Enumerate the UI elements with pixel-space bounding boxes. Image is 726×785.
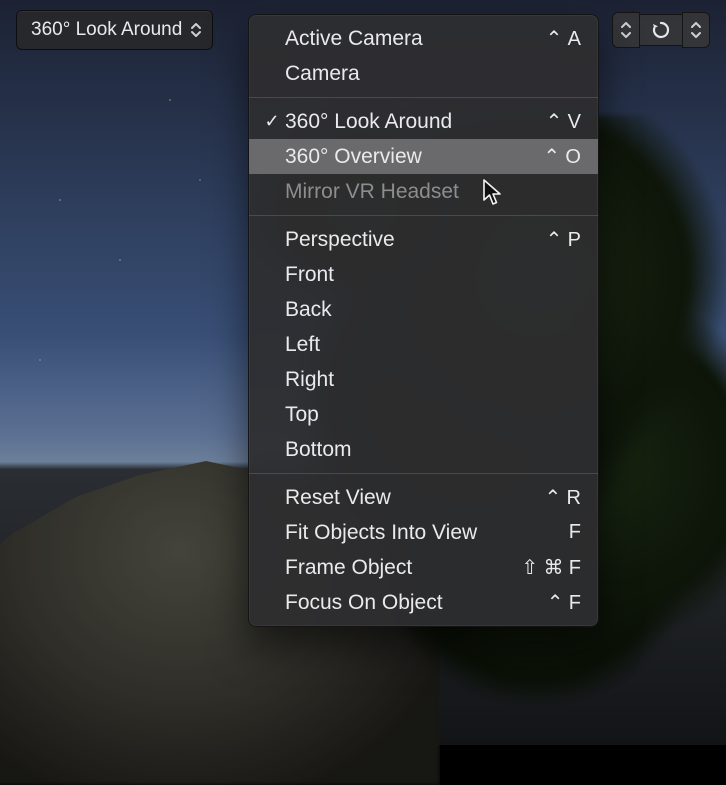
menu-separator: [249, 215, 598, 216]
menu-item-label: Mirror VR Headset: [285, 180, 582, 204]
menu-item-label: Bottom: [285, 438, 582, 462]
camera-view-menu[interactable]: Active Camera⌃ ACamera✓360° Look Around⌃…: [248, 14, 599, 627]
menu-item-shortcut: ⌃ P: [546, 227, 582, 252]
menu-item-shortcut: ⌃ R: [544, 485, 582, 510]
menu-item-front[interactable]: Front: [249, 257, 598, 292]
menu-item-label: Right: [285, 368, 582, 392]
menu-item-label: Focus On Object: [285, 591, 547, 615]
checkmark-icon: ✓: [259, 111, 285, 132]
menu-item-back[interactable]: Back: [249, 292, 598, 327]
caret-down-icon: [621, 31, 631, 39]
menu-item-shortcut: F: [569, 521, 582, 544]
menu-separator: [249, 97, 598, 98]
menu-item-360-look-around[interactable]: ✓360° Look Around⌃ V: [249, 104, 598, 139]
menu-item-label: Frame Object: [285, 556, 521, 580]
reset-rotation-button[interactable]: [640, 14, 682, 46]
menu-item-label: Top: [285, 403, 582, 427]
menu-item-label: 360° Look Around: [285, 110, 546, 134]
right-stepper[interactable]: [682, 12, 710, 48]
menu-item-fit-objects-into-view[interactable]: Fit Objects Into ViewF: [249, 515, 598, 550]
menu-item-shortcut: ⌃ O: [543, 144, 582, 169]
camera-view-dropdown-label: 360° Look Around: [31, 19, 182, 41]
menu-item-label: 360° Overview: [285, 145, 543, 169]
menu-item-right[interactable]: Right: [249, 362, 598, 397]
toolbar-right-controls: [612, 12, 710, 48]
menu-item-label: Fit Objects Into View: [285, 521, 569, 545]
menu-item-frame-object[interactable]: Frame Object⇧ ⌘ F: [249, 550, 598, 585]
menu-item-label: Back: [285, 298, 582, 322]
menu-item-mirror-vr-headset: Mirror VR Headset: [249, 174, 598, 209]
rotate-ccw-icon: [650, 19, 672, 41]
menu-item-label: Reset View: [285, 486, 544, 510]
caret-up-icon: [691, 21, 701, 29]
menu-item-label: Active Camera: [285, 27, 546, 51]
menu-item-perspective[interactable]: Perspective⌃ P: [249, 222, 598, 257]
menu-item-360-overview[interactable]: 360° Overview⌃ O: [249, 139, 598, 174]
menu-item-camera[interactable]: Camera: [249, 56, 598, 91]
camera-view-dropdown-button[interactable]: 360° Look Around: [16, 10, 213, 50]
chevrons-up-down-icon: [190, 21, 202, 39]
menu-item-label: Left: [285, 333, 582, 357]
menu-item-top[interactable]: Top: [249, 397, 598, 432]
menu-item-label: Perspective: [285, 228, 546, 252]
menu-item-label: Front: [285, 263, 582, 287]
menu-separator: [249, 473, 598, 474]
menu-item-focus-on-object[interactable]: Focus On Object⌃ F: [249, 585, 598, 620]
caret-down-icon: [691, 31, 701, 39]
menu-item-reset-view[interactable]: Reset View⌃ R: [249, 480, 598, 515]
menu-item-label: Camera: [285, 62, 582, 86]
left-stepper[interactable]: [612, 12, 640, 48]
menu-item-left[interactable]: Left: [249, 327, 598, 362]
caret-up-icon: [621, 21, 631, 29]
menu-item-shortcut: ⌃ A: [546, 26, 582, 51]
menu-item-shortcut: ⌃ V: [546, 109, 582, 134]
menu-item-shortcut: ⇧ ⌘ F: [521, 555, 582, 580]
menu-item-shortcut: ⌃ F: [547, 590, 582, 615]
menu-item-active-camera[interactable]: Active Camera⌃ A: [249, 21, 598, 56]
menu-item-bottom[interactable]: Bottom: [249, 432, 598, 467]
